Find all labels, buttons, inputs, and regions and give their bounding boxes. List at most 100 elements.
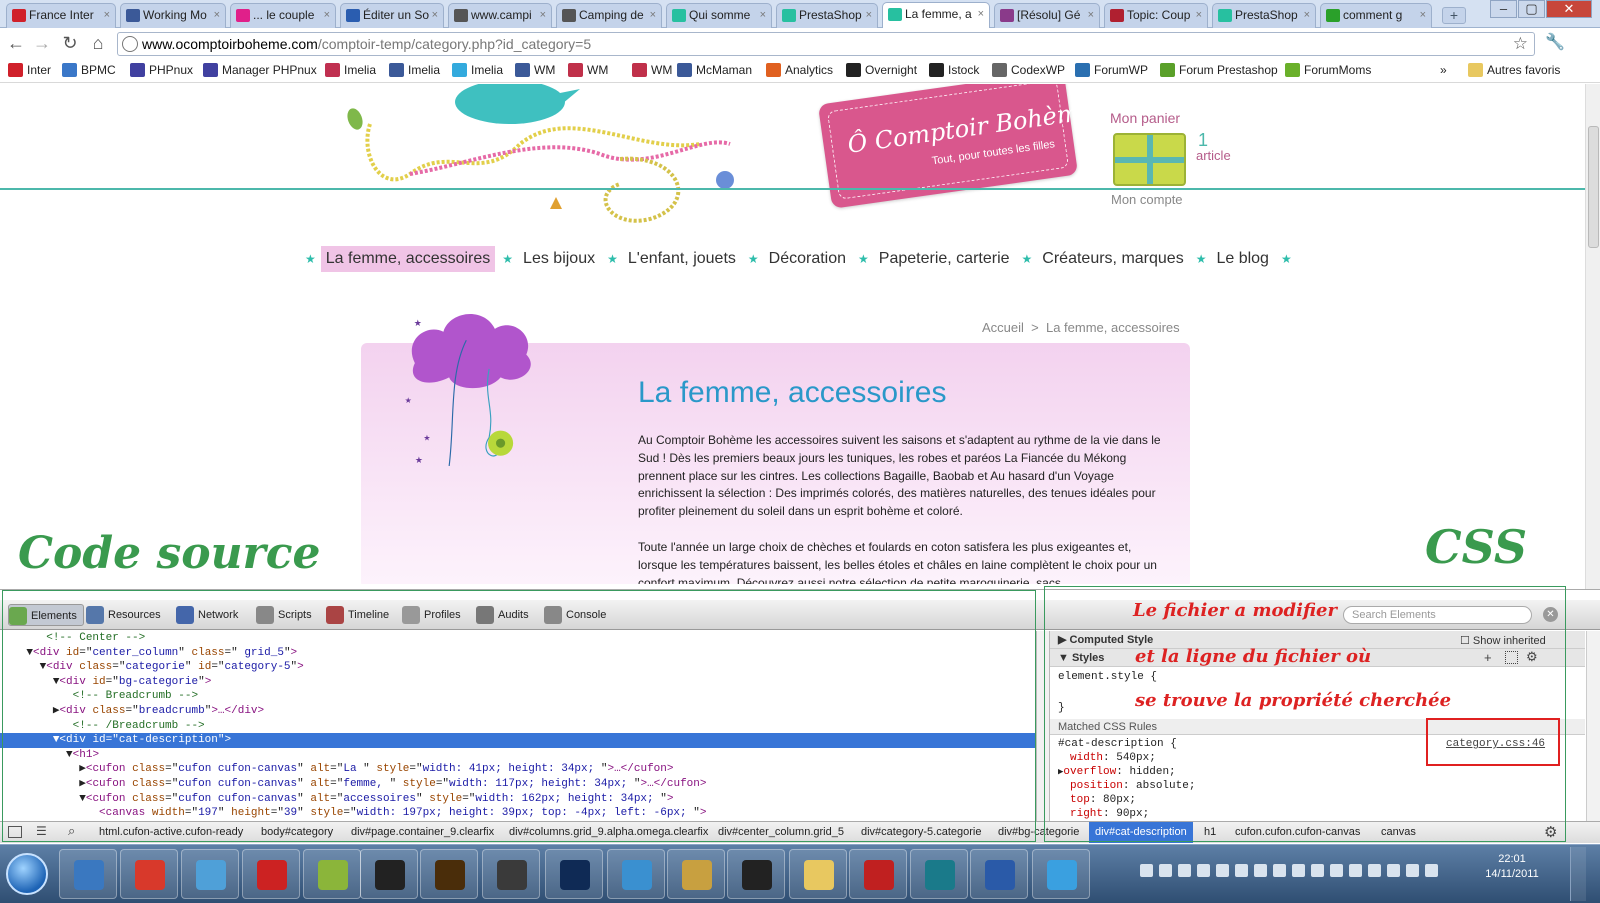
add-rule-icon[interactable]: + bbox=[1484, 650, 1492, 665]
dom-tree-row[interactable]: ▼<h1> bbox=[0, 748, 1036, 763]
maximize-button[interactable]: ▢ bbox=[1518, 0, 1545, 18]
account-link[interactable]: Mon compte bbox=[1111, 192, 1183, 207]
taskbar-button[interactable] bbox=[482, 849, 540, 899]
tree-toggle-icon[interactable]: ▶ bbox=[79, 763, 86, 775]
css-property[interactable]: top: 80px; bbox=[1070, 794, 1136, 806]
show-inherited-checkbox[interactable]: ☐ Show inherited bbox=[1460, 634, 1546, 647]
menu-item[interactable]: Le blog bbox=[1211, 246, 1274, 272]
menu-item[interactable]: Décoration bbox=[764, 246, 851, 272]
taskbar-button[interactable] bbox=[360, 849, 418, 899]
bookmark-item[interactable]: BPMC bbox=[62, 62, 116, 78]
panel-splitter[interactable] bbox=[1036, 631, 1050, 821]
css-property[interactable]: width: 540px; bbox=[1070, 752, 1156, 764]
dom-breadcrumb-item[interactable]: div#page.container_9.clearfix bbox=[345, 822, 500, 843]
page-scrollbar[interactable] bbox=[1585, 84, 1600, 589]
tray-app-icon[interactable] bbox=[1273, 864, 1286, 877]
close-window-button[interactable]: ✕ bbox=[1546, 0, 1592, 18]
bookmark-item[interactable]: Imelia bbox=[452, 62, 503, 78]
dom-breadcrumb-item[interactable]: cufon.cufon.cufon-canvas bbox=[1229, 822, 1366, 843]
tree-toggle-icon[interactable]: ▼ bbox=[79, 793, 86, 805]
dom-breadcrumb-item[interactable]: div#cat-description bbox=[1089, 822, 1193, 843]
dom-tree-row[interactable]: ▼<cufon class="cufon cufon-canvas" alt="… bbox=[0, 792, 1036, 807]
tray-app-icon[interactable] bbox=[1197, 864, 1210, 877]
tab-close-icon[interactable]: × bbox=[1420, 4, 1426, 26]
tray-app-icon[interactable] bbox=[1178, 864, 1191, 877]
styles-scrollbar[interactable] bbox=[1586, 631, 1600, 821]
tree-toggle-icon[interactable]: ▼ bbox=[66, 749, 73, 761]
minimize-button[interactable]: – bbox=[1490, 0, 1517, 18]
browser-tab[interactable]: [Résolu] Gé × bbox=[994, 3, 1100, 28]
gear-icon[interactable]: ⚙ bbox=[1526, 649, 1538, 665]
bookmark-item[interactable]: Imelia bbox=[389, 62, 440, 78]
search-elements-input[interactable]: Search Elements bbox=[1343, 606, 1532, 624]
browser-tab[interactable]: PrestaShop × bbox=[776, 3, 878, 28]
taskbar-button[interactable] bbox=[607, 849, 665, 899]
start-button[interactable] bbox=[6, 853, 48, 895]
browser-tab[interactable]: www.campi × bbox=[448, 3, 552, 28]
tray-app-icon[interactable] bbox=[1387, 864, 1400, 877]
reload-icon[interactable]: ↻ bbox=[60, 33, 80, 53]
select-element-icon[interactable] bbox=[1505, 651, 1518, 664]
tab-close-icon[interactable]: × bbox=[324, 4, 330, 26]
breadcrumb-home[interactable]: Accueil bbox=[982, 320, 1024, 335]
menu-item[interactable]: Créateurs, marques bbox=[1037, 246, 1188, 272]
browser-tab[interactable]: Éditer un So × bbox=[340, 3, 444, 28]
browser-tab[interactable]: France Inter × bbox=[6, 3, 116, 28]
elements-tree[interactable]: <!-- Center --> ▼<div id="center_column"… bbox=[0, 631, 1036, 821]
tray-app-icon[interactable] bbox=[1292, 864, 1305, 877]
tree-toggle-icon[interactable] bbox=[66, 690, 73, 702]
flag-icon[interactable] bbox=[1254, 864, 1267, 877]
bookmark-item[interactable]: CodexWP bbox=[992, 62, 1065, 78]
css-property[interactable]: ▶overflow: hidden; bbox=[1058, 766, 1176, 778]
wrench-icon[interactable]: 🔧 bbox=[1545, 33, 1565, 53]
dom-tree-row[interactable]: ▶<cufon class="cufon cufon-canvas" alt="… bbox=[0, 762, 1036, 777]
tray-app-icon[interactable] bbox=[1406, 864, 1419, 877]
browser-tab[interactable]: Qui somme × bbox=[666, 3, 772, 28]
network-signal-icon[interactable] bbox=[1216, 864, 1229, 877]
taskbar-button[interactable] bbox=[667, 849, 725, 899]
css-property[interactable]: position: absolute; bbox=[1070, 780, 1195, 792]
bookmarks-overflow-button[interactable]: » bbox=[1440, 62, 1447, 78]
dom-tree-row[interactable]: ▼<div id="center_column" class=" grid_5"… bbox=[0, 646, 1036, 661]
tab-close-icon[interactable]: × bbox=[650, 4, 656, 26]
tray-app-icon[interactable] bbox=[1140, 864, 1153, 877]
devtools-tab-audits[interactable]: Audits bbox=[476, 604, 529, 626]
taskbar-button[interactable] bbox=[181, 849, 239, 899]
taskbar-button[interactable] bbox=[420, 849, 478, 899]
tab-close-icon[interactable]: × bbox=[432, 4, 438, 26]
element-style-open[interactable]: element.style { bbox=[1058, 671, 1157, 683]
tray-app-icon[interactable] bbox=[1311, 864, 1324, 877]
dom-breadcrumb-item[interactable]: div#bg-categorie bbox=[992, 822, 1085, 843]
css-property[interactable]: right: 90px; bbox=[1070, 808, 1149, 820]
taskbar-button[interactable] bbox=[849, 849, 907, 899]
devtools-tab-elements[interactable]: Elements bbox=[8, 604, 84, 626]
bookmark-item[interactable]: Istock bbox=[929, 62, 979, 78]
taskbar-button[interactable] bbox=[910, 849, 968, 899]
bookmark-item[interactable]: McMaman bbox=[677, 62, 752, 78]
home-icon[interactable]: ⌂ bbox=[88, 33, 108, 53]
site-logo[interactable]: Ô Comptoir Bohème Tout, pour toutes les … bbox=[817, 84, 1095, 209]
bookmark-item[interactable]: PHPnux bbox=[130, 62, 193, 78]
tray-app-icon[interactable] bbox=[1425, 864, 1438, 877]
devtools-tab-network[interactable]: Network bbox=[176, 604, 238, 626]
tray-app-icon[interactable] bbox=[1349, 864, 1362, 877]
tray-app-icon[interactable] bbox=[1159, 864, 1172, 877]
menu-item[interactable]: Les bijoux bbox=[518, 246, 600, 272]
devtools-tab-timeline[interactable]: Timeline bbox=[326, 604, 389, 626]
browser-tab[interactable]: Working Mo × bbox=[120, 3, 226, 28]
tab-close-icon[interactable]: × bbox=[1088, 4, 1094, 26]
taskbar-button[interactable] bbox=[303, 849, 361, 899]
show-desktop-button[interactable] bbox=[1570, 847, 1586, 901]
cart-link[interactable]: Mon panier bbox=[1110, 110, 1180, 126]
bookmark-item[interactable]: ForumWP bbox=[1075, 62, 1148, 78]
forward-icon[interactable]: → bbox=[32, 33, 52, 53]
taskbar-button[interactable] bbox=[242, 849, 300, 899]
clear-search-icon[interactable]: ✕ bbox=[1543, 607, 1558, 622]
taskbar-button[interactable] bbox=[789, 849, 847, 899]
bookmark-item[interactable]: Analytics bbox=[766, 62, 833, 78]
menu-item[interactable]: La femme, accessoires bbox=[320, 246, 496, 272]
dom-tree-row[interactable]: <!-- /Breadcrumb --> bbox=[0, 719, 1036, 734]
taskbar-button[interactable] bbox=[120, 849, 178, 899]
clock[interactable]: 22:01 14/11/2011 bbox=[1472, 852, 1552, 882]
menu-item[interactable]: L'enfant, jouets bbox=[623, 246, 741, 272]
